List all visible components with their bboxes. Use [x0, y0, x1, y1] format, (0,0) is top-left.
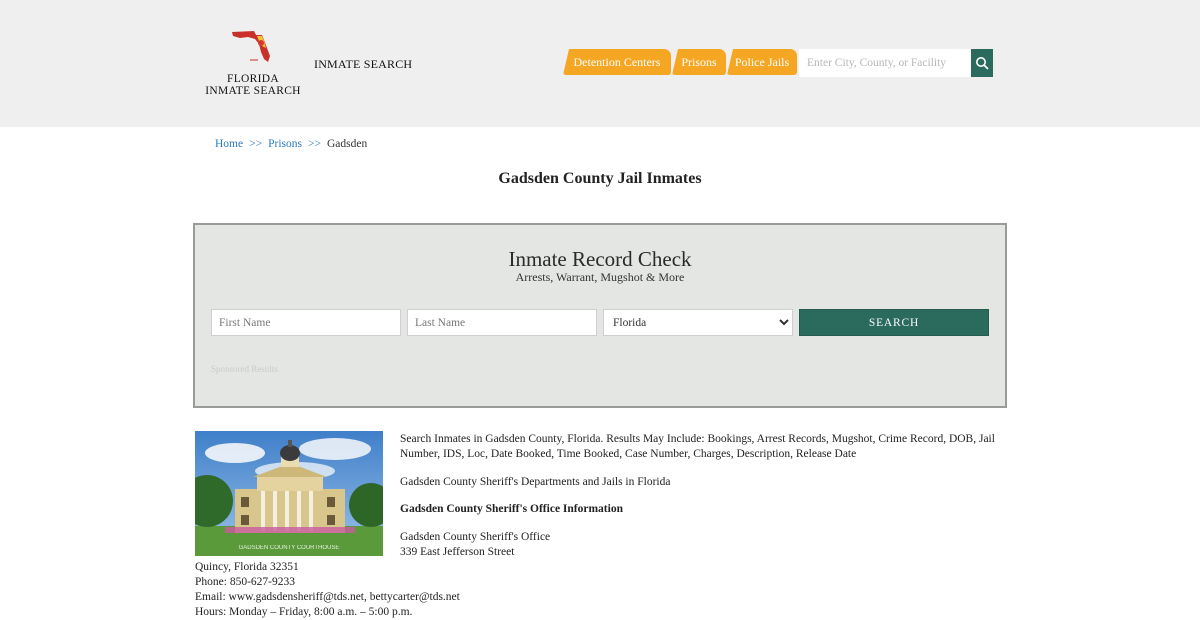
facility-search-button[interactable] — [971, 49, 993, 77]
photo-watermark: GADSDEN COUNTY COURTHOUSE — [239, 545, 340, 551]
logo-text-florida: FLORIDA — [227, 73, 279, 85]
office-address-street: 339 East Jefferson Street — [400, 546, 515, 558]
site-logo[interactable]: FLORIDA INMATE SEARCH — [205, 26, 301, 97]
office-phone: Phone: 850-627-9233 — [195, 576, 295, 588]
record-check-title: Inmate Record Check — [508, 247, 692, 271]
florida-map-icon — [232, 31, 270, 62]
office-hours: Hours: Monday – Friday, 8:00 a.m. – 5:00… — [195, 606, 413, 618]
office-name: Gadsden County Sheriff's Office — [400, 531, 551, 543]
inmate-record-check-panel: Inmate Record Check Arrests, Warrant, Mu… — [193, 223, 1007, 408]
page-title: Gadsden County Jail Inmates — [498, 170, 702, 187]
courthouse-image: GADSDEN COUNTY COURTHOUSE — [195, 431, 383, 556]
state-select[interactable]: Florida — [603, 309, 793, 336]
facility-search-input[interactable] — [799, 49, 971, 77]
office-info-heading: Gadsden County Sheriff's Office Informat… — [400, 503, 623, 515]
nav-prisons[interactable]: Prisons — [672, 49, 726, 75]
breadcrumb-separator: >> — [307, 138, 321, 150]
sponsored-results-label: Sponsored Results — [211, 364, 278, 374]
nav-police-jails[interactable]: Police Jails — [727, 49, 797, 75]
office-email: Email: www.gadsdensheriff@tds.net, betty… — [195, 591, 460, 603]
logo-text-inmate-search: INMATE SEARCH — [205, 85, 301, 97]
first-name-input[interactable] — [211, 309, 401, 336]
brand-link[interactable]: INMATE SEARCH — [314, 57, 412, 72]
office-address-city: Quincy, Florida 32351 — [195, 561, 299, 573]
site-header: FLORIDA INMATE SEARCH INMATE SEARCH Dete… — [0, 0, 1200, 127]
nav-detention-centers[interactable]: Detention Centers — [563, 49, 671, 75]
breadcrumb-current: Gadsden — [326, 138, 368, 150]
record-search-button[interactable]: SEARCH — [799, 309, 989, 336]
breadcrumb-home[interactable]: Home — [215, 138, 243, 150]
inmate-search-description: Search Inmates in Gadsden County, Florid… — [400, 433, 995, 460]
last-name-input[interactable] — [407, 309, 597, 336]
breadcrumb-separator: >> — [249, 138, 263, 150]
search-icon — [976, 57, 989, 70]
record-check-subtitle: Arrests, Warrant, Mugshot & More — [515, 270, 685, 284]
departments-text: Gadsden County Sheriff's Departments and… — [400, 476, 671, 488]
breadcrumb-prisons[interactable]: Prisons — [268, 138, 302, 150]
courthouse-photo: GADSDEN COUNTY COURTHOUSE — [195, 431, 383, 556]
breadcrumb: Home >> Prisons >> Gadsden — [215, 138, 367, 150]
